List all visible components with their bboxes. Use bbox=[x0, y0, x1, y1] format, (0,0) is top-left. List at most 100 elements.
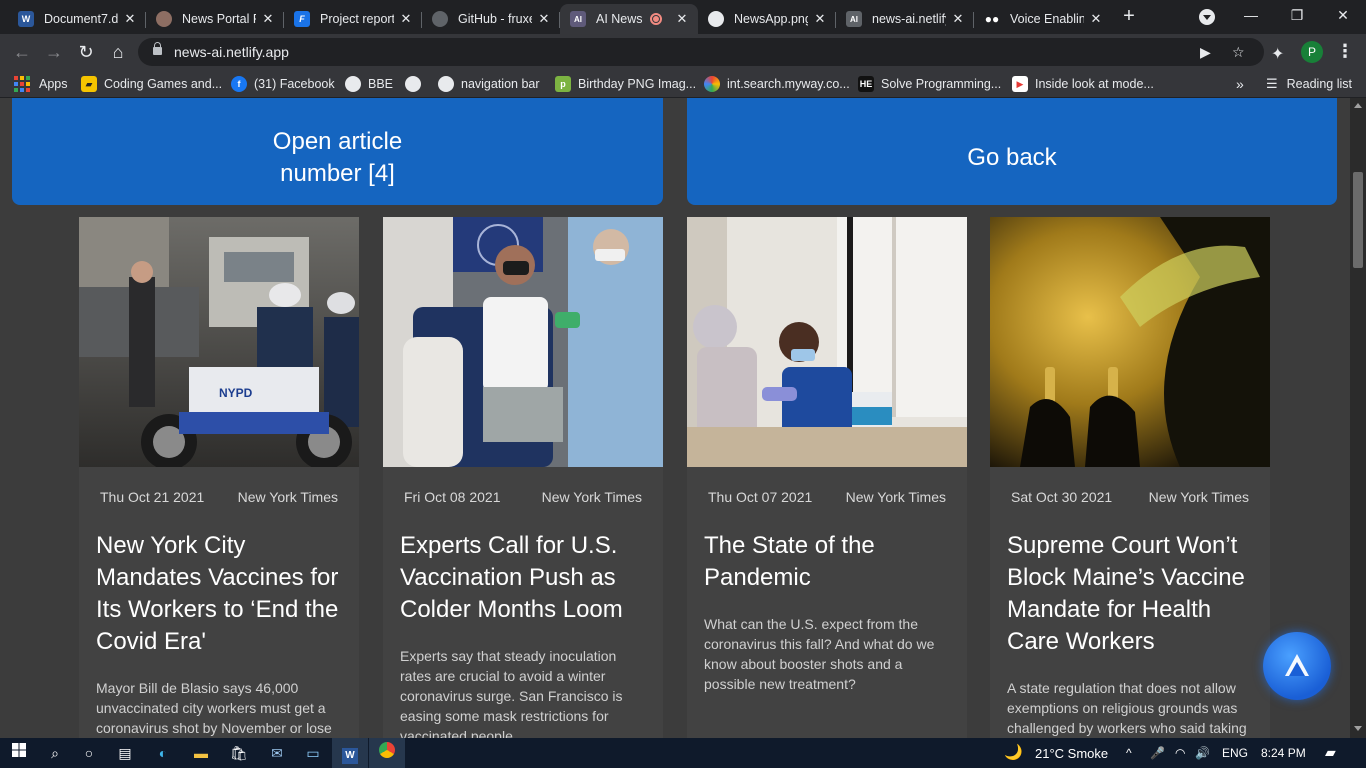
article-date: Thu Oct 21 2021 bbox=[100, 489, 205, 505]
article-image-pandemic[interactable] bbox=[687, 217, 967, 467]
recording-icon bbox=[650, 13, 662, 25]
bookmark-facebook[interactable]: f (31) Facebook bbox=[231, 75, 335, 93]
hackerearth-icon: HE bbox=[858, 76, 874, 92]
bookmark-label: navigation bar bbox=[461, 77, 540, 91]
bookmark-star-icon[interactable]: ☆ bbox=[1232, 44, 1245, 61]
close-tab-icon[interactable]: ✕ bbox=[260, 11, 276, 27]
bookmark-label: BBE bbox=[368, 77, 394, 91]
tab-ai-news[interactable]: AI AI News ✕ bbox=[560, 4, 698, 34]
bookmark-globe[interactable] bbox=[405, 75, 428, 93]
browser-menu-icon[interactable]: ⋮ bbox=[1336, 41, 1354, 62]
bookmark-bbe[interactable]: BBE bbox=[345, 75, 393, 93]
forward-icon[interactable]: → bbox=[42, 40, 66, 64]
close-tab-icon[interactable]: ✕ bbox=[950, 11, 966, 27]
weather-icon[interactable]: 🌙 bbox=[1004, 743, 1023, 761]
scrollbar-thumb[interactable] bbox=[1353, 172, 1363, 268]
restore-icon[interactable]: ❐ bbox=[1274, 0, 1320, 32]
article-image-vaccination-boy[interactable] bbox=[383, 217, 663, 467]
task-view-icon[interactable]: ▤ bbox=[114, 742, 136, 764]
tab-project-report[interactable]: F Project report ✕ bbox=[284, 4, 422, 34]
tab-search-icon[interactable] bbox=[1199, 9, 1215, 25]
notifications-icon[interactable]: ▰ bbox=[1325, 744, 1336, 761]
bookmark-myway[interactable]: int.search.myway.co... bbox=[704, 75, 850, 93]
reload-icon[interactable]: ↻ bbox=[74, 40, 98, 64]
tab-title: Document7.docx bbox=[44, 12, 118, 26]
wifi-icon[interactable]: ◠ bbox=[1175, 746, 1185, 760]
word-taskbar-icon[interactable]: W bbox=[339, 742, 361, 764]
bookmark-label: int.search.myway.co... bbox=[727, 77, 850, 91]
clock[interactable]: 8:24 PM bbox=[1261, 746, 1306, 760]
microphone-icon[interactable]: 🎤 bbox=[1150, 746, 1165, 760]
browser-toolbar: ← → ↻ ⌂ news-ai.netlify.app ▶ ☆ bbox=[0, 34, 1366, 70]
display-icon[interactable]: ▭ bbox=[302, 742, 324, 764]
show-hidden-icons-icon[interactable]: ^ bbox=[1126, 746, 1132, 760]
language-indicator[interactable]: ENG bbox=[1222, 746, 1248, 760]
mail-icon[interactable]: ✉ bbox=[266, 742, 288, 764]
new-tab-button[interactable]: + bbox=[1118, 6, 1140, 28]
close-tab-icon[interactable]: ✕ bbox=[812, 11, 828, 27]
info-card-line: Open article bbox=[272, 128, 403, 155]
close-window-icon[interactable]: ✕ bbox=[1320, 0, 1366, 32]
article-card[interactable]: Sat Oct 30 2021 New York Times Supreme C… bbox=[990, 217, 1270, 738]
close-tab-icon[interactable]: ✕ bbox=[674, 11, 690, 27]
tab-news-ai-netlify[interactable]: AI news-ai.netlify.app ✕ bbox=[836, 4, 974, 34]
article-image-vaccine-vials[interactable] bbox=[990, 217, 1270, 467]
search-icon[interactable]: ⌕ bbox=[44, 742, 66, 764]
bookmark-coding-games[interactable]: ▰ Coding Games and... bbox=[81, 75, 222, 93]
tab-github[interactable]: GitHub - fruxe ✕ bbox=[422, 4, 560, 34]
bookmark-inside-look[interactable]: ▶ Inside look at mode... bbox=[1012, 75, 1154, 93]
article-image-police[interactable]: NYPD bbox=[79, 217, 359, 467]
close-tab-icon[interactable]: ✕ bbox=[122, 11, 138, 27]
file-explorer-icon[interactable]: ▬ bbox=[190, 742, 212, 764]
weather-text[interactable]: 21°C Smoke bbox=[1035, 746, 1108, 761]
camera-icon[interactable]: ▶ bbox=[1200, 44, 1211, 61]
voice-assistant-button[interactable] bbox=[1263, 632, 1331, 700]
word-icon: W bbox=[18, 11, 34, 27]
globe-icon bbox=[405, 76, 421, 92]
lock-icon[interactable] bbox=[153, 42, 162, 55]
cortana-icon[interactable]: ○ bbox=[78, 742, 100, 764]
scroll-up-icon[interactable] bbox=[1354, 103, 1362, 108]
close-tab-icon[interactable]: ✕ bbox=[536, 11, 552, 27]
facebook-icon: f bbox=[231, 76, 247, 92]
scroll-down-icon[interactable] bbox=[1354, 726, 1362, 731]
tab-news-portal[interactable]: News Portal Project ✕ bbox=[146, 4, 284, 34]
volume-icon[interactable]: 🔊 bbox=[1195, 746, 1210, 760]
close-tab-icon[interactable]: ✕ bbox=[1088, 11, 1104, 27]
minimize-icon[interactable]: — bbox=[1228, 0, 1274, 32]
tab-newsapp-png[interactable]: NewsApp.png ✕ bbox=[698, 4, 836, 34]
bookmark-label: Solve Programming... bbox=[881, 77, 1002, 91]
back-icon[interactable]: ← bbox=[10, 40, 34, 64]
tab-document7[interactable]: W Document7.docx ✕ bbox=[8, 4, 146, 34]
article-title[interactable]: Experts Call for U.S. Vaccination Push a… bbox=[383, 530, 663, 626]
bookmark-apps[interactable]: Apps bbox=[14, 75, 68, 93]
article-title[interactable]: New York City Mandates Vaccines for Its … bbox=[79, 530, 359, 658]
tab-title: Voice Enabling bbox=[1010, 12, 1084, 26]
edge-icon[interactable]: ◐ bbox=[152, 742, 174, 764]
bookmark-hackerearth[interactable]: HE Solve Programming... bbox=[858, 75, 1001, 93]
address-bar[interactable]: news-ai.netlify.app ▶ ☆ bbox=[138, 38, 1264, 66]
profile-avatar[interactable]: P bbox=[1301, 41, 1323, 63]
chrome-taskbar-icon[interactable] bbox=[376, 742, 398, 764]
info-card-open-article: Open article number [4] bbox=[12, 98, 663, 205]
myway-icon bbox=[704, 76, 720, 92]
bookmark-navigation-bar[interactable]: navigation bar bbox=[438, 75, 540, 93]
url-text[interactable]: news-ai.netlify.app bbox=[174, 44, 289, 60]
windows-start-icon[interactable] bbox=[8, 742, 30, 764]
article-card[interactable]: NYPD Thu Oct 21 2021 New York Times New … bbox=[79, 217, 359, 738]
article-card[interactable]: Thu Oct 07 2021 New York Times The State… bbox=[687, 217, 967, 738]
more-bookmarks-icon[interactable]: » bbox=[1236, 75, 1244, 93]
article-card[interactable]: Fri Oct 08 2021 New York Times Experts C… bbox=[383, 217, 663, 738]
page-scrollbar[interactable] bbox=[1350, 98, 1366, 738]
bookmark-label: (31) Facebook bbox=[254, 77, 335, 91]
tab-voice-enabling[interactable]: ●● Voice Enabling ✕ bbox=[974, 4, 1112, 34]
bookmark-birthday-png[interactable]: p Birthday PNG Imag... bbox=[555, 75, 696, 93]
close-tab-icon[interactable]: ✕ bbox=[398, 11, 414, 27]
extensions-icon[interactable]: ✦ bbox=[1271, 44, 1284, 64]
ai-icon: AI bbox=[570, 11, 586, 27]
home-icon[interactable]: ⌂ bbox=[106, 40, 130, 64]
article-title[interactable]: The State of the Pandemic bbox=[687, 530, 967, 594]
reading-list-button[interactable]: ☰ Reading list bbox=[1266, 75, 1352, 93]
store-icon[interactable]: 🛍 bbox=[228, 742, 250, 764]
article-title[interactable]: Supreme Court Won’t Block Maine’s Vaccin… bbox=[990, 530, 1270, 658]
